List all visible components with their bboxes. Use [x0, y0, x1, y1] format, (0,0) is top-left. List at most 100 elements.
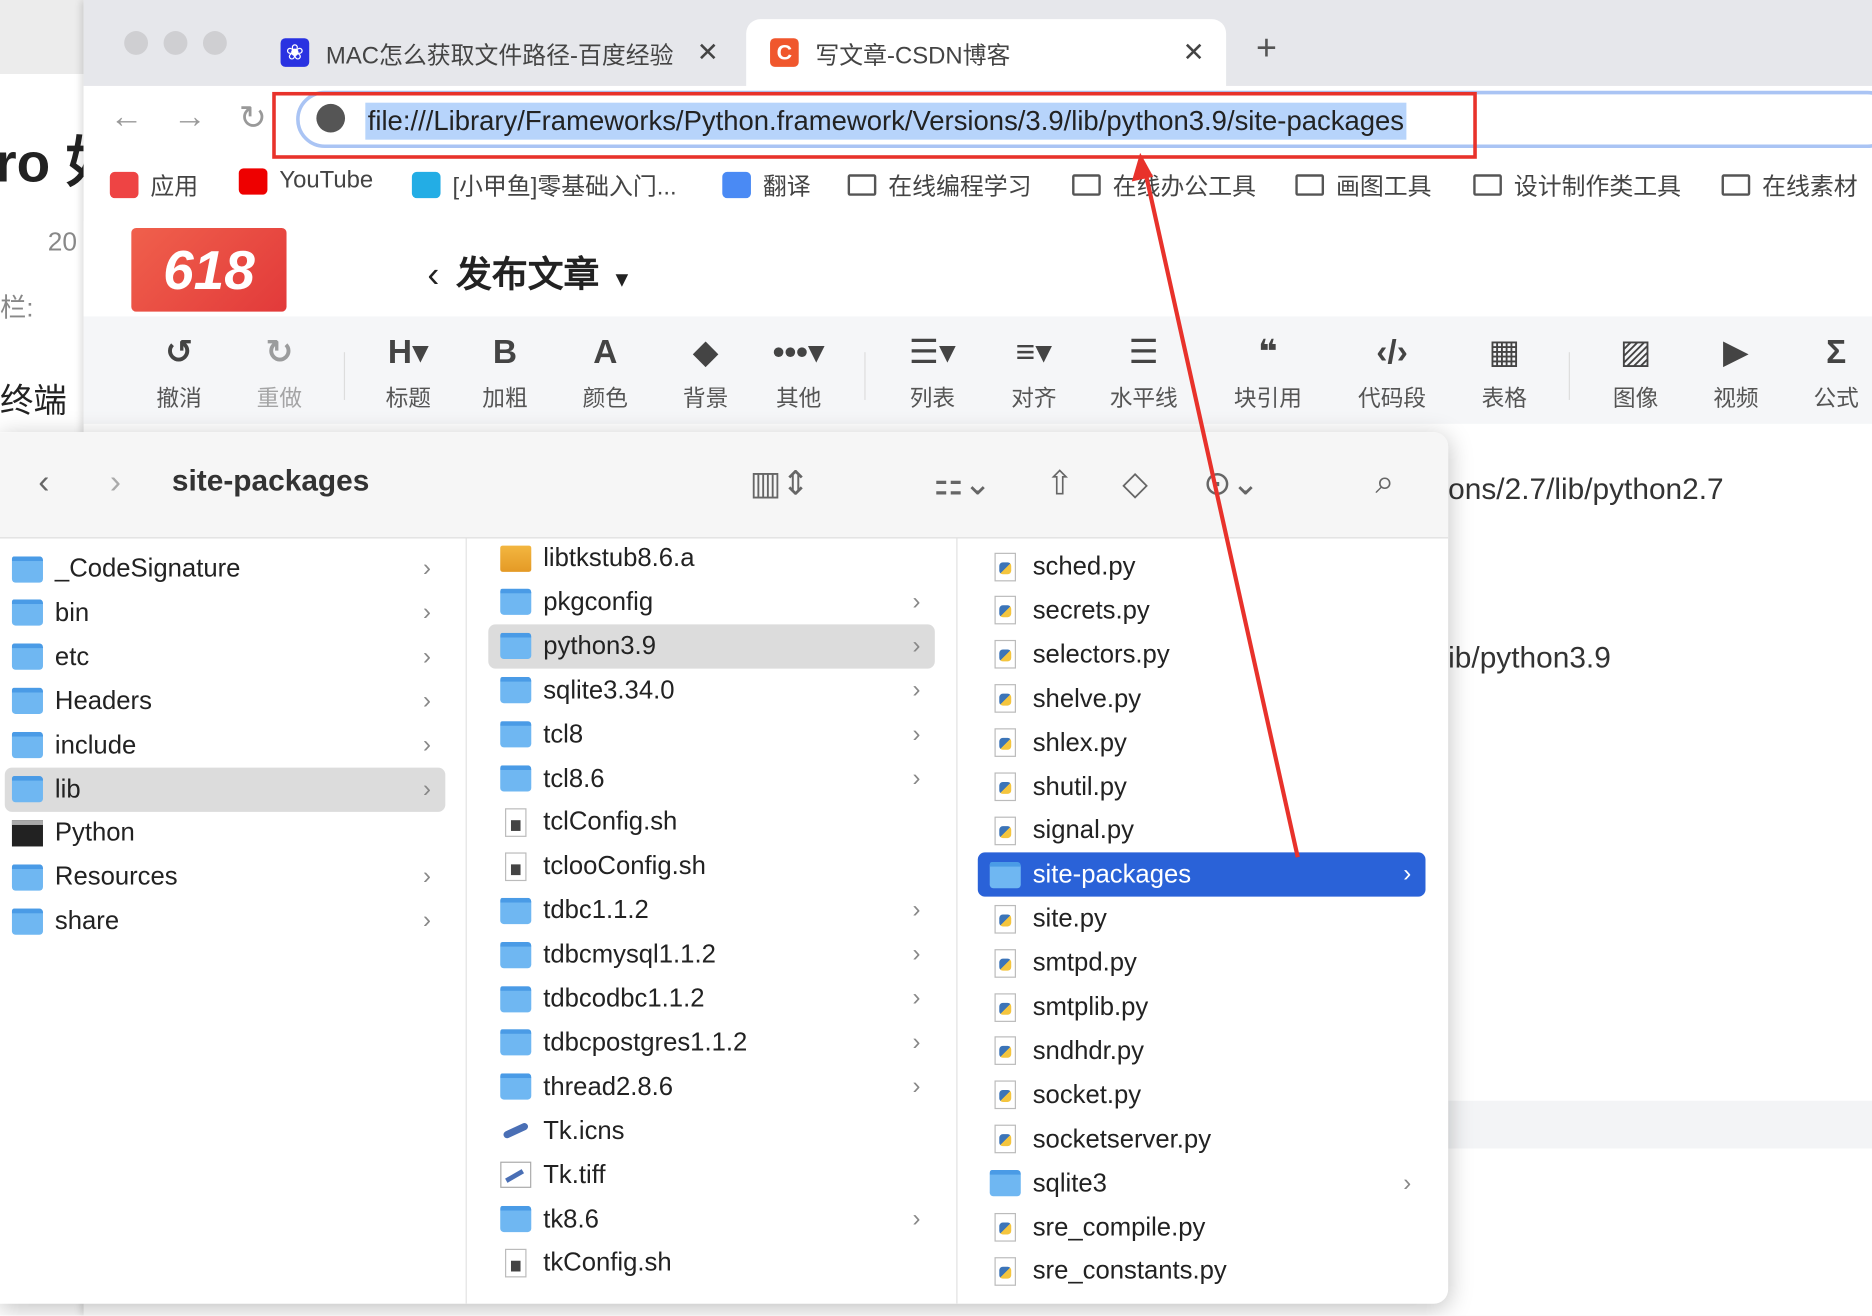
tool-label: 加粗	[482, 386, 528, 412]
tool-4[interactable]: A 颜色	[558, 331, 654, 413]
folder-file-icon	[500, 721, 532, 748]
finder-row[interactable]: lib ›	[4, 767, 446, 812]
finder-row[interactable]: smtplib.py	[978, 985, 1426, 1029]
new-tab-button[interactable]: +	[1256, 29, 1277, 70]
close-window-button[interactable]	[124, 31, 149, 55]
file-name: libtkstub8.6.a	[543, 543, 695, 572]
tag-icon[interactable]: ◇	[1122, 463, 1148, 502]
finder-row[interactable]: tdbcodbc1.1.2 ›	[488, 977, 935, 1021]
finder-row[interactable]: socket.py	[978, 1073, 1426, 1117]
finder-row[interactable]: pkgconfig ›	[488, 580, 935, 624]
finder-row[interactable]: site.py	[978, 897, 1426, 941]
tool-11[interactable]: ‹/› 代码段	[1344, 331, 1440, 413]
file-name: site-packages	[1032, 859, 1192, 889]
finder-row[interactable]: tclooConfig.sh	[488, 844, 935, 888]
finder-row[interactable]: share ›	[5, 899, 446, 943]
finder-row[interactable]: Headers ›	[5, 679, 446, 723]
tool-icon: ↺	[165, 333, 194, 371]
finder-row[interactable]: signal.py	[978, 809, 1426, 853]
618-logo[interactable]: 618	[131, 228, 287, 312]
finder-row[interactable]: etc ›	[5, 635, 446, 679]
bookmark-item[interactable]: 在线办公工具	[1072, 167, 1256, 202]
publish-article-menu[interactable]: ‹ 发布文章 ▼	[427, 245, 632, 298]
tool-10[interactable]: ❝ 块引用	[1220, 331, 1316, 413]
finder-row[interactable]: secrets.py	[978, 588, 1426, 632]
finder-row[interactable]: tclConfig.sh	[488, 800, 935, 844]
tool-7[interactable]: ☰▾ 列表	[885, 331, 981, 413]
tool-8[interactable]: ≡▾ 对齐	[986, 331, 1082, 413]
finder-row[interactable]: shutil.py	[978, 765, 1426, 809]
share-icon[interactable]: ⇧	[1046, 463, 1074, 502]
tool-1[interactable]: ↻ 重做	[232, 331, 328, 413]
close-tab-icon[interactable]: ✕	[1183, 37, 1205, 68]
finder-row[interactable]: _CodeSignature ›	[5, 547, 446, 591]
bookmark-item[interactable]: 设计制作类工具	[1473, 167, 1681, 202]
finder-row[interactable]: sqlite3 ›	[978, 1161, 1426, 1205]
finder-row[interactable]: tkConfig.sh	[488, 1241, 935, 1285]
dropdown-caret-icon[interactable]: ▼	[611, 267, 632, 291]
bookmark-item[interactable]: [小甲鱼]零基础入门...	[411, 167, 677, 202]
tool-15[interactable]: Σ 公式	[1788, 331, 1872, 413]
finder-row[interactable]: sndhdr.py	[978, 1029, 1426, 1073]
py-file-icon	[994, 596, 1016, 625]
zoom-window-button[interactable]	[202, 31, 227, 55]
finder-row[interactable]: smtpd.py	[978, 941, 1426, 985]
tool-13[interactable]: ▨ 图像	[1588, 331, 1684, 413]
tool-0[interactable]: ↺ 撤消	[131, 331, 227, 413]
finder-row[interactable]: sre_compile.py	[978, 1205, 1426, 1249]
bookmark-item[interactable]: 翻译	[722, 167, 811, 202]
tool-6[interactable]: •••▾ 其他	[751, 331, 847, 413]
bookmark-item[interactable]: YouTube	[238, 167, 373, 195]
group-icon[interactable]: ⚏⌄	[934, 463, 992, 502]
bookmark-item[interactable]: 应用	[109, 167, 198, 202]
reload-icon[interactable]: ↻	[239, 98, 267, 137]
finder-row[interactable]: site-packages ›	[977, 852, 1426, 897]
finder-row[interactable]: Resources ›	[5, 855, 446, 899]
bookmark-item[interactable]: 在线编程学习	[847, 167, 1032, 202]
more-actions-icon[interactable]: ⊙⌄	[1203, 463, 1259, 502]
finder-row[interactable]: bin ›	[5, 591, 446, 635]
finder-row[interactable]: Python	[5, 811, 446, 855]
finder-row[interactable]: sqlite3.34.0 ›	[488, 668, 935, 712]
finder-row[interactable]: python3.9 ›	[488, 624, 935, 669]
finder-row[interactable]: sched.py	[978, 544, 1426, 588]
tool-3[interactable]: B 加粗	[457, 331, 553, 413]
column-view-icon[interactable]: ▥⇕	[750, 463, 810, 502]
finder-row[interactable]: sre_constants.py	[978, 1249, 1426, 1293]
tool-2[interactable]: H▾ 标题	[361, 331, 457, 413]
finder-row[interactable]: shelve.py	[978, 677, 1426, 721]
bookmark-item[interactable]: 画图工具	[1295, 167, 1431, 202]
py-file-icon	[994, 684, 1016, 713]
forward-chevron-icon[interactable]: ›	[110, 463, 121, 501]
minimize-window-button[interactable]	[163, 31, 188, 55]
finder-row[interactable]: shlex.py	[978, 721, 1426, 765]
back-chevron-icon[interactable]: ‹	[38, 463, 49, 501]
finder-row[interactable]: include ›	[5, 723, 446, 767]
tool-5[interactable]: ◆ 背景	[658, 331, 754, 413]
finder-row[interactable]: libtkstub8.6.a	[488, 538, 935, 580]
tab-baidu[interactable]: ❀ MAC怎么获取文件路径-百度经验 ✕	[280, 19, 741, 86]
finder-row[interactable]: selectors.py	[978, 633, 1426, 677]
search-icon[interactable]: ⌕	[1375, 463, 1394, 502]
tool-14[interactable]: ▶ 视频	[1688, 331, 1784, 413]
close-tab-icon[interactable]: ✕	[697, 37, 719, 68]
finder-row[interactable]: tdbcmysql1.1.2 ›	[488, 933, 935, 977]
finder-row[interactable]: tdbcpostgres1.1.2 ›	[488, 1021, 935, 1065]
folder-file-icon	[11, 555, 43, 583]
finder-toolbar: ‹ › site-packages ▥⇕ ⚏⌄ ⇧ ◇ ⊙⌄ ⌕	[0, 432, 1449, 539]
finder-row[interactable]: tk8.6 ›	[488, 1197, 935, 1241]
finder-row[interactable]: tdbc1.1.2 ›	[488, 888, 935, 932]
tab-csdn[interactable]: C 写文章-CSDN博客 ✕	[746, 19, 1227, 86]
finder-row[interactable]: socketserver.py	[978, 1117, 1426, 1161]
tool-9[interactable]: ☰ 水平线	[1096, 331, 1192, 413]
finder-row[interactable]: tcl8.6 ›	[488, 756, 935, 800]
finder-row[interactable]: Tk.icns	[488, 1109, 935, 1153]
bookmark-item[interactable]: 在线素材	[1721, 167, 1858, 202]
forward-arrow-icon[interactable]: →	[173, 98, 206, 136]
finder-row[interactable]: thread2.8.6 ›	[488, 1065, 935, 1109]
finder-row[interactable]: Tk.tiff	[488, 1153, 935, 1197]
tool-12[interactable]: ▦ 表格	[1457, 331, 1553, 413]
finder-row[interactable]: tcl8 ›	[488, 712, 935, 756]
back-arrow-icon[interactable]: ←	[110, 98, 143, 136]
back-chevron-icon[interactable]: ‹	[427, 255, 439, 294]
